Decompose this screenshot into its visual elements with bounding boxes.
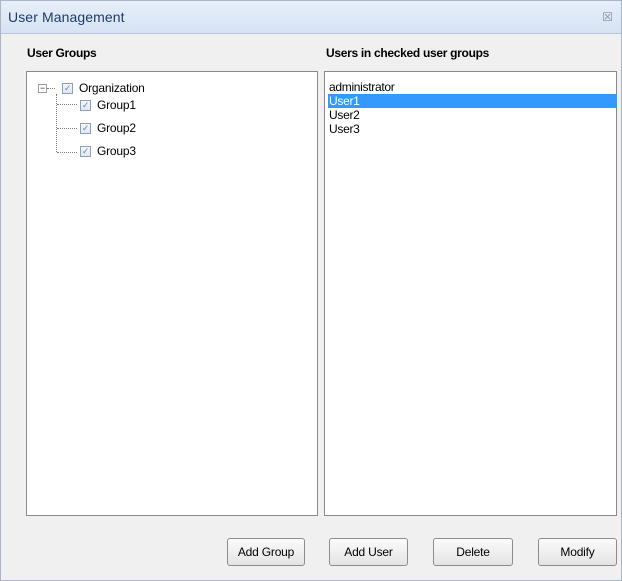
check-icon[interactable]: ✓ [80, 146, 91, 157]
users-list[interactable]: administrator User1 User2 User3 [324, 71, 617, 516]
tree-node-label: Group3 [97, 144, 136, 158]
tree-connector [57, 128, 77, 129]
user-groups-tree[interactable]: − ✓ Organization ✓ Group1 ✓ Group2 ✓ Gro… [26, 71, 318, 516]
check-icon[interactable]: ✓ [80, 123, 91, 134]
user-management-dialog: User Management ☒ User Groups Users in c… [0, 0, 622, 581]
add-group-button[interactable]: Add Group [227, 538, 305, 566]
modify-button[interactable]: Modify [538, 538, 617, 566]
tree-connector [57, 152, 77, 153]
tree-connector [47, 88, 55, 89]
tree-connector [57, 104, 77, 105]
window-title: User Management [8, 9, 125, 25]
list-item[interactable]: User2 [328, 108, 617, 122]
add-user-button[interactable]: Add User [329, 538, 408, 566]
user-groups-heading: User Groups [27, 46, 97, 60]
users-heading: Users in checked user groups [326, 46, 489, 60]
tree-node-label: Organization [79, 81, 145, 95]
list-item[interactable]: administrator [328, 80, 617, 94]
list-item-selected[interactable]: User1 [328, 94, 617, 108]
tree-node-label: Group1 [97, 98, 136, 112]
close-icon[interactable]: ☒ [602, 10, 613, 24]
title-bar[interactable]: User Management ☒ [1, 1, 621, 34]
list-item[interactable]: User3 [328, 122, 617, 136]
tree-connector [56, 94, 57, 152]
check-icon[interactable]: ✓ [80, 100, 91, 111]
check-icon[interactable]: ✓ [62, 83, 73, 94]
minus-icon[interactable]: − [38, 84, 47, 93]
tree-node-label: Group2 [97, 121, 136, 135]
delete-button[interactable]: Delete [433, 538, 513, 566]
